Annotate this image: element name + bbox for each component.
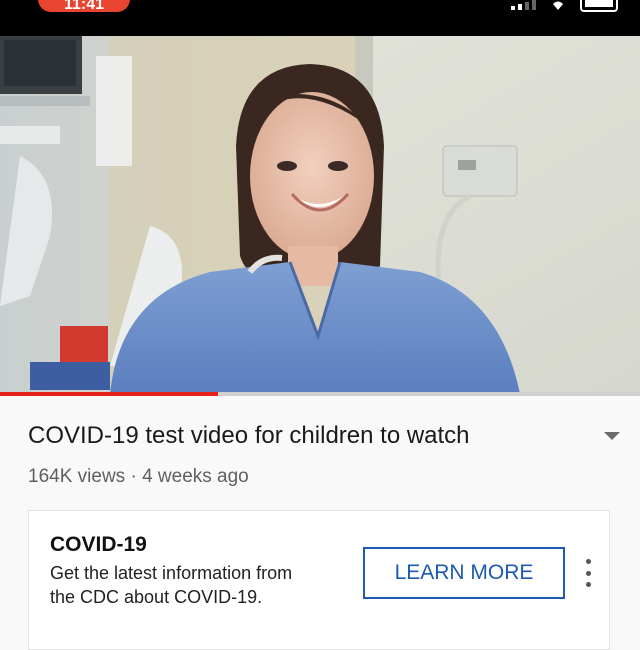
video-title: COVID-19 test video for children to watc… bbox=[28, 422, 470, 449]
signal-icon bbox=[511, 0, 536, 10]
info-card-description-line: the CDC about COVID-19. bbox=[50, 587, 263, 607]
battery-icon bbox=[580, 0, 618, 12]
status-time: 11:41 bbox=[38, 0, 130, 13]
view-count: 164K views bbox=[28, 466, 126, 487]
wifi-icon bbox=[553, 1, 563, 10]
info-card: COVID-19 Get the latest information from… bbox=[28, 510, 610, 650]
more-options-icon[interactable] bbox=[581, 559, 595, 587]
video-frame bbox=[0, 36, 640, 394]
status-icons bbox=[511, 0, 618, 12]
info-card-description: Get the latest information from the CDC … bbox=[50, 561, 350, 609]
learn-more-button[interactable]: LEARN MORE bbox=[363, 547, 565, 599]
expand-description-icon[interactable] bbox=[604, 432, 620, 440]
video-player[interactable] bbox=[0, 36, 640, 394]
upload-age: 4 weeks ago bbox=[142, 466, 249, 487]
info-card-description-line: Get the latest information from bbox=[50, 563, 293, 583]
meta-separator: · bbox=[130, 466, 137, 487]
video-metadata: 164K views · 4 weeks ago bbox=[28, 466, 249, 488]
video-info-panel: COVID-19 test video for children to watc… bbox=[0, 396, 640, 650]
info-card-title: COVID-19 bbox=[50, 533, 147, 556]
status-bar: 11:41 bbox=[0, 0, 640, 36]
